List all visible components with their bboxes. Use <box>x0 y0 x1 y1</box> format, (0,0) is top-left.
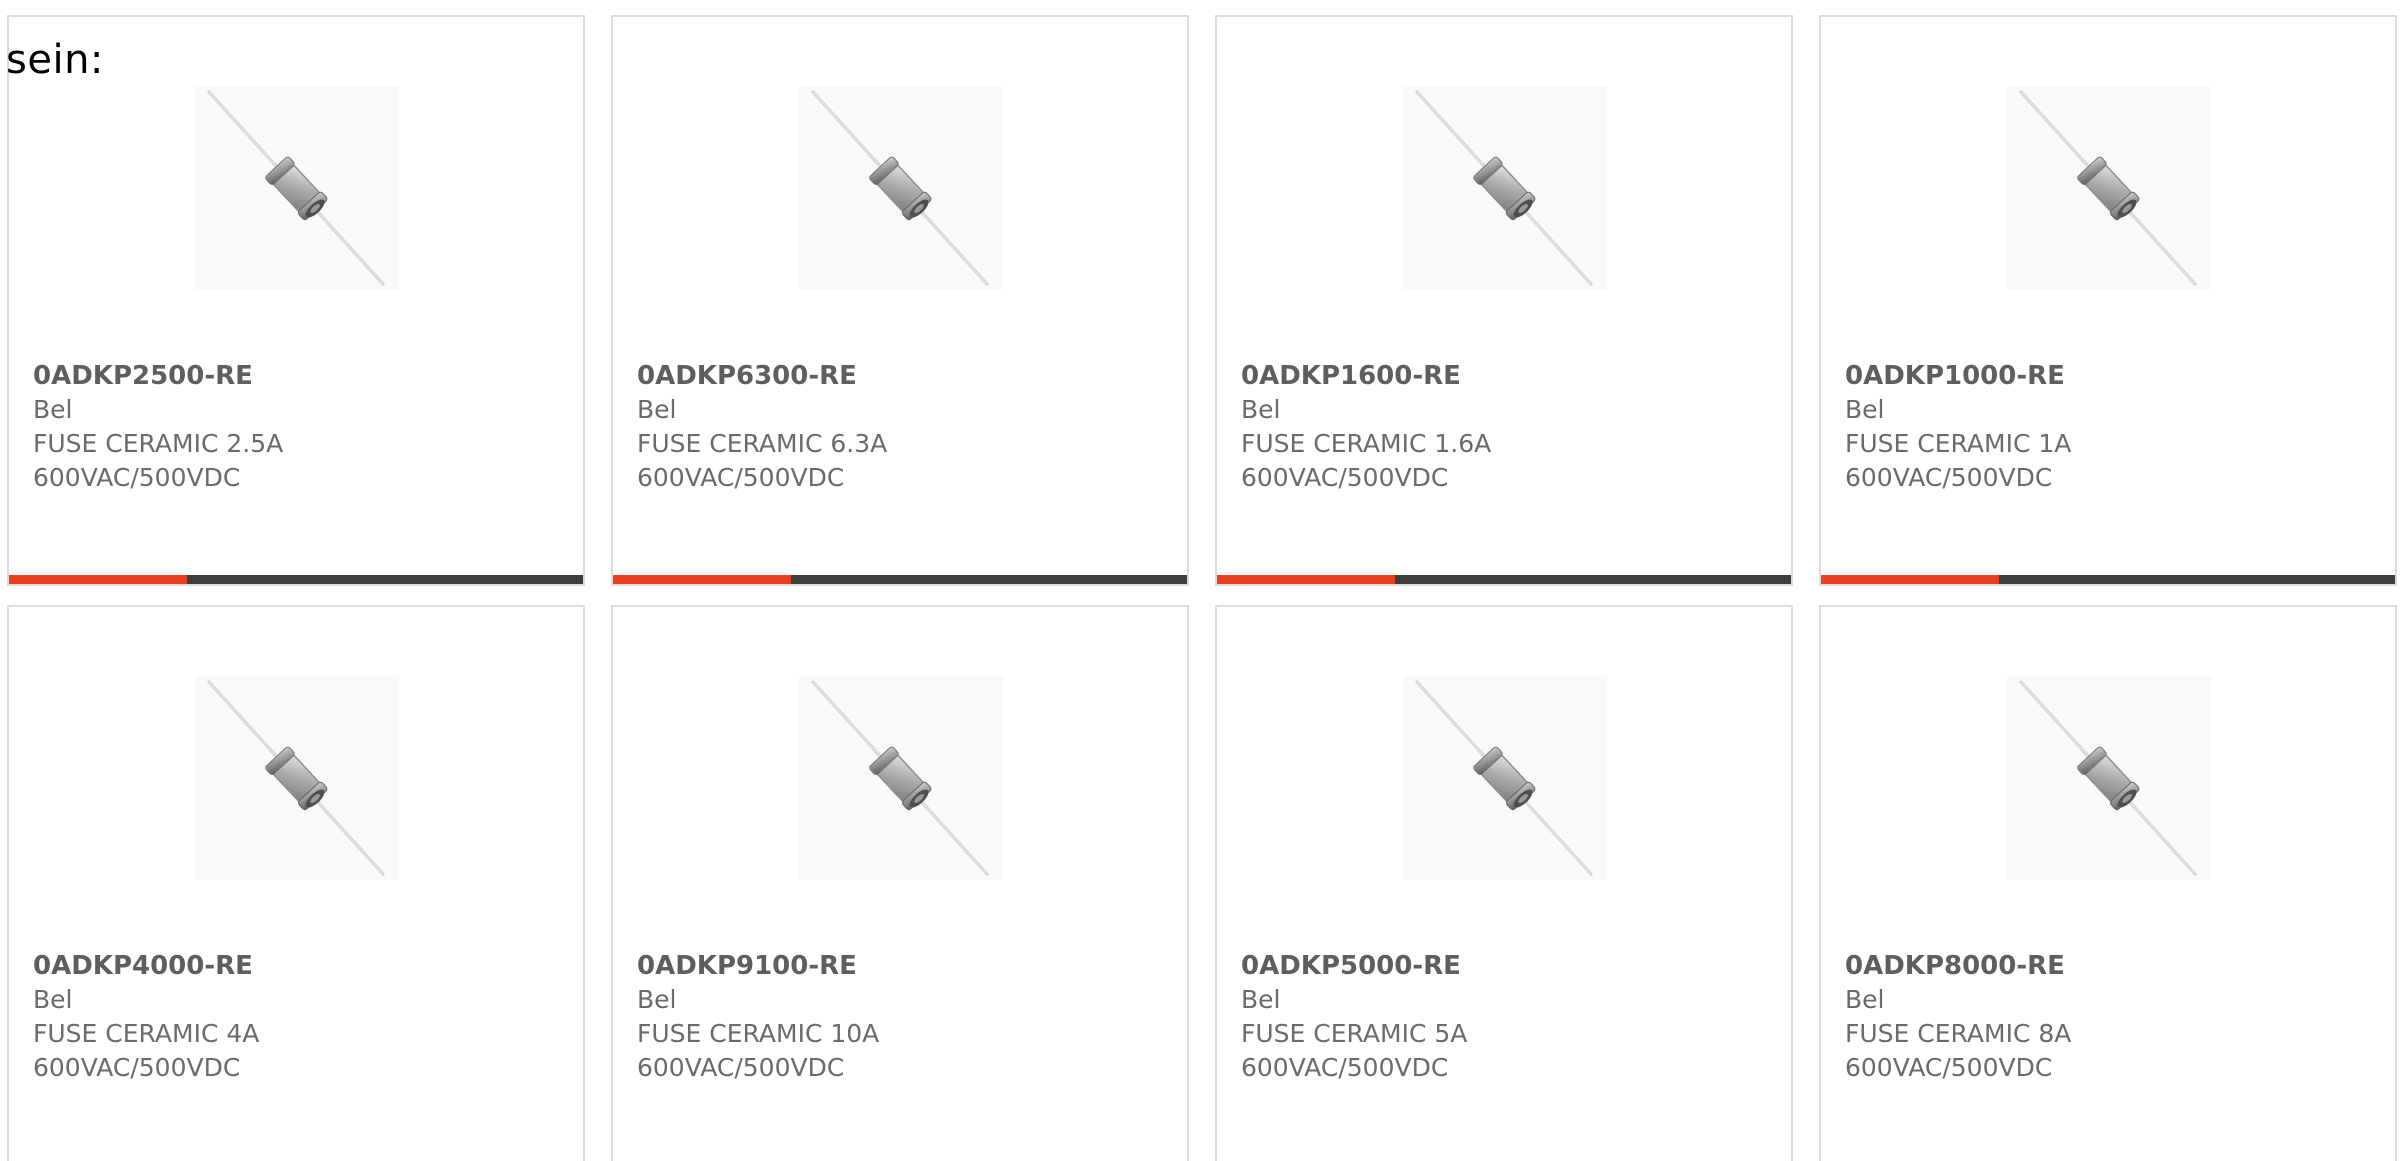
product-card[interactable]: 0ADKP1600-RE Bel FUSE CERAMIC 1.6A 600VA… <box>1215 15 1793 586</box>
progress-bar <box>613 575 1187 584</box>
part-number-link[interactable]: 0ADKP1600-RE <box>1241 359 1771 393</box>
product-image[interactable] <box>1403 676 1607 880</box>
part-number-link[interactable]: 0ADKP6300-RE <box>637 359 1167 393</box>
fuse-icon <box>1415 680 1593 876</box>
product-image[interactable] <box>799 86 1003 290</box>
description-line-2: 600VAC/500VDC <box>33 463 241 492</box>
progress-bar <box>9 575 583 584</box>
description-line-2: 600VAC/500VDC <box>1845 463 2053 492</box>
part-number-link[interactable]: 0ADKP4000-RE <box>33 949 563 983</box>
fuse-icon <box>207 90 385 286</box>
product-grid-page: sein: 0ADKP2500-RE Bel FUSE CERAMIC 2.5A… <box>0 0 2400 1161</box>
part-number-link[interactable]: 0ADKP5000-RE <box>1241 949 1771 983</box>
fuse-icon <box>2019 680 2197 876</box>
product-card[interactable]: 0ADKP4000-RE Bel FUSE CERAMIC 4A 600VAC/… <box>7 605 585 1161</box>
description-line-2: 600VAC/500VDC <box>637 463 845 492</box>
product-card[interactable]: 0ADKP6300-RE Bel FUSE CERAMIC 6.3A 600VA… <box>611 15 1189 586</box>
intro-text: sein: <box>6 37 104 83</box>
progress-bar-fill <box>1217 575 1395 584</box>
product-info: 0ADKP6300-RE Bel FUSE CERAMIC 6.3A 600VA… <box>637 359 1167 495</box>
progress-bar-fill <box>9 575 187 584</box>
product-image[interactable] <box>195 86 399 290</box>
description-line-1: FUSE CERAMIC 2.5A <box>33 429 284 458</box>
description-line-2: 600VAC/500VDC <box>637 1053 845 1082</box>
brand-label: Bel <box>637 985 677 1014</box>
progress-bar-fill <box>1821 575 1999 584</box>
description-line-1: FUSE CERAMIC 1A <box>1845 429 2072 458</box>
description-line-1: FUSE CERAMIC 4A <box>33 1019 260 1048</box>
progress-bar <box>1821 575 2395 584</box>
fuse-icon <box>1415 90 1593 286</box>
brand-label: Bel <box>1845 985 1885 1014</box>
description-line-1: FUSE CERAMIC 1.6A <box>1241 429 1492 458</box>
fuse-icon <box>811 680 989 876</box>
product-info: 0ADKP1600-RE Bel FUSE CERAMIC 1.6A 600VA… <box>1241 359 1771 495</box>
fuse-icon <box>811 90 989 286</box>
product-image[interactable] <box>1403 86 1607 290</box>
brand-label: Bel <box>1845 395 1885 424</box>
product-card[interactable]: 0ADKP1000-RE Bel FUSE CERAMIC 1A 600VAC/… <box>1819 15 2397 586</box>
brand-label: Bel <box>637 395 677 424</box>
product-card[interactable]: 0ADKP5000-RE Bel FUSE CERAMIC 5A 600VAC/… <box>1215 605 1793 1161</box>
fuse-icon <box>207 680 385 876</box>
product-image[interactable] <box>799 676 1003 880</box>
product-info: 0ADKP2500-RE Bel FUSE CERAMIC 2.5A 600VA… <box>33 359 563 495</box>
product-card[interactable]: 0ADKP9100-RE Bel FUSE CERAMIC 10A 600VAC… <box>611 605 1189 1161</box>
product-info: 0ADKP9100-RE Bel FUSE CERAMIC 10A 600VAC… <box>637 949 1167 1085</box>
description-line-2: 600VAC/500VDC <box>1241 1053 1449 1082</box>
description-line-1: FUSE CERAMIC 6.3A <box>637 429 888 458</box>
description-line-2: 600VAC/500VDC <box>33 1053 241 1082</box>
product-image[interactable] <box>195 676 399 880</box>
part-number-link[interactable]: 0ADKP1000-RE <box>1845 359 2375 393</box>
brand-label: Bel <box>33 395 73 424</box>
progress-bar-fill <box>613 575 791 584</box>
description-line-1: FUSE CERAMIC 8A <box>1845 1019 2072 1048</box>
product-image[interactable] <box>2007 86 2211 290</box>
part-number-link[interactable]: 0ADKP8000-RE <box>1845 949 2375 983</box>
description-line-1: FUSE CERAMIC 5A <box>1241 1019 1468 1048</box>
description-line-2: 600VAC/500VDC <box>1241 463 1449 492</box>
part-number-link[interactable]: 0ADKP2500-RE <box>33 359 563 393</box>
product-info: 0ADKP4000-RE Bel FUSE CERAMIC 4A 600VAC/… <box>33 949 563 1085</box>
product-info: 0ADKP5000-RE Bel FUSE CERAMIC 5A 600VAC/… <box>1241 949 1771 1085</box>
part-number-link[interactable]: 0ADKP9100-RE <box>637 949 1167 983</box>
description-line-1: FUSE CERAMIC 10A <box>637 1019 880 1048</box>
brand-label: Bel <box>1241 985 1281 1014</box>
product-info: 0ADKP1000-RE Bel FUSE CERAMIC 1A 600VAC/… <box>1845 359 2375 495</box>
product-info: 0ADKP8000-RE Bel FUSE CERAMIC 8A 600VAC/… <box>1845 949 2375 1085</box>
brand-label: Bel <box>1241 395 1281 424</box>
brand-label: Bel <box>33 985 73 1014</box>
product-image[interactable] <box>2007 676 2211 880</box>
product-card[interactable]: 0ADKP8000-RE Bel FUSE CERAMIC 8A 600VAC/… <box>1819 605 2397 1161</box>
fuse-icon <box>2019 90 2197 286</box>
progress-bar <box>1217 575 1791 584</box>
description-line-2: 600VAC/500VDC <box>1845 1053 2053 1082</box>
product-card[interactable]: 0ADKP2500-RE Bel FUSE CERAMIC 2.5A 600VA… <box>7 15 585 586</box>
